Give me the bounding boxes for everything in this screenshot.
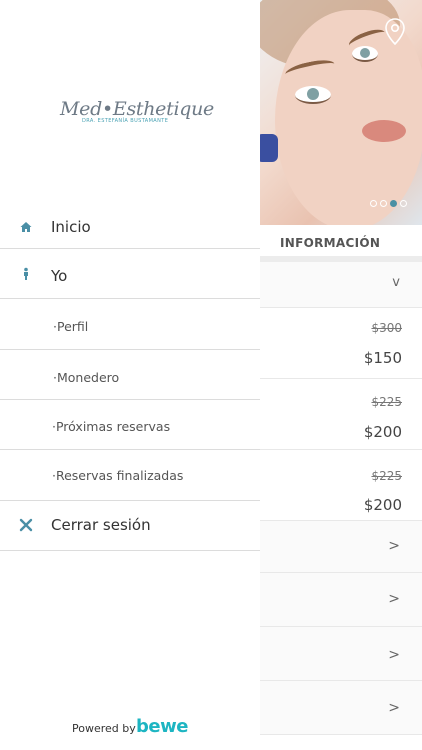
bewe-logo[interactable]: bewe [136, 716, 188, 737]
sale-price: $200 [363, 423, 402, 441]
sale-price: $200 [363, 496, 402, 514]
menu-item-label: Yo [51, 267, 68, 285]
menu-item-cerrar-sesion[interactable]: Cerrar sesión [0, 501, 260, 551]
submenu-item-perfil[interactable]: ·Perfil [0, 299, 260, 350]
chevron-right-icon: > [388, 700, 400, 716]
menu-item-label: Cerrar sesión [51, 516, 151, 534]
submenu-item-reservas-finalizadas[interactable]: ·Reservas finalizadas [0, 450, 260, 501]
link-row[interactable]: > [260, 521, 422, 573]
submenu-item-label: ·Próximas reservas [52, 419, 171, 434]
powered-by-label: Powered by [72, 722, 136, 735]
home-icon [20, 222, 32, 232]
person-icon [24, 267, 28, 280]
sale-price: $150 [363, 349, 402, 367]
chevron-right-icon: > [388, 538, 400, 554]
price-row[interactable]: $225 $200 [260, 379, 422, 450]
submenu-item-label: ·Perfil [53, 319, 89, 334]
carousel-dot-active[interactable] [390, 200, 397, 207]
carousel-dot[interactable] [370, 200, 377, 207]
original-price: $225 [371, 395, 402, 409]
original-price: $300 [371, 321, 402, 335]
price-row[interactable]: $300 $150 [260, 308, 422, 379]
link-row[interactable]: > [260, 681, 422, 735]
original-price: $225 [371, 469, 402, 483]
brand-logo-tagline: DRA. ESTEFANÍA BUSTAMANTE [82, 118, 169, 124]
carousel-dot[interactable] [380, 200, 387, 207]
link-row[interactable]: > [260, 627, 422, 681]
brand-logo-name: Med•Esthetique [60, 98, 214, 120]
menu-item-label: Inicio [51, 218, 91, 236]
carousel-indicators [370, 200, 407, 207]
navigation-drawer: Med•Esthetique DRA. ESTEFANÍA BUSTAMANTE… [0, 0, 260, 750]
hero-image-carousel[interactable] [260, 0, 422, 225]
submenu-item-proximas-reservas[interactable]: ·Próximas reservas [0, 400, 260, 450]
submenu-item-monedero[interactable]: ·Monedero [0, 350, 260, 400]
menu-item-inicio[interactable]: Inicio [0, 205, 260, 249]
close-icon [19, 518, 33, 532]
map-pin-icon[interactable] [384, 18, 406, 46]
link-row[interactable]: > [260, 573, 422, 627]
price-row[interactable]: $225 $200 [260, 450, 422, 521]
chevron-down-icon: v [392, 275, 400, 290]
menu-item-yo[interactable]: Yo [0, 249, 260, 299]
section-title: INFORMACIÓN [280, 236, 381, 250]
carousel-dot[interactable] [400, 200, 407, 207]
chevron-right-icon: > [388, 647, 400, 663]
submenu-item-label: ·Reservas finalizadas [52, 468, 184, 483]
main-content: INFORMACIÓN v $300 $150 $225 $200 $225 $… [260, 0, 422, 750]
submenu-item-label: ·Monedero [53, 370, 120, 385]
brand-logo: Med•Esthetique DRA. ESTEFANÍA BUSTAMANTE [60, 98, 214, 128]
chevron-right-icon: > [388, 591, 400, 607]
expander-row[interactable]: v [260, 262, 422, 308]
